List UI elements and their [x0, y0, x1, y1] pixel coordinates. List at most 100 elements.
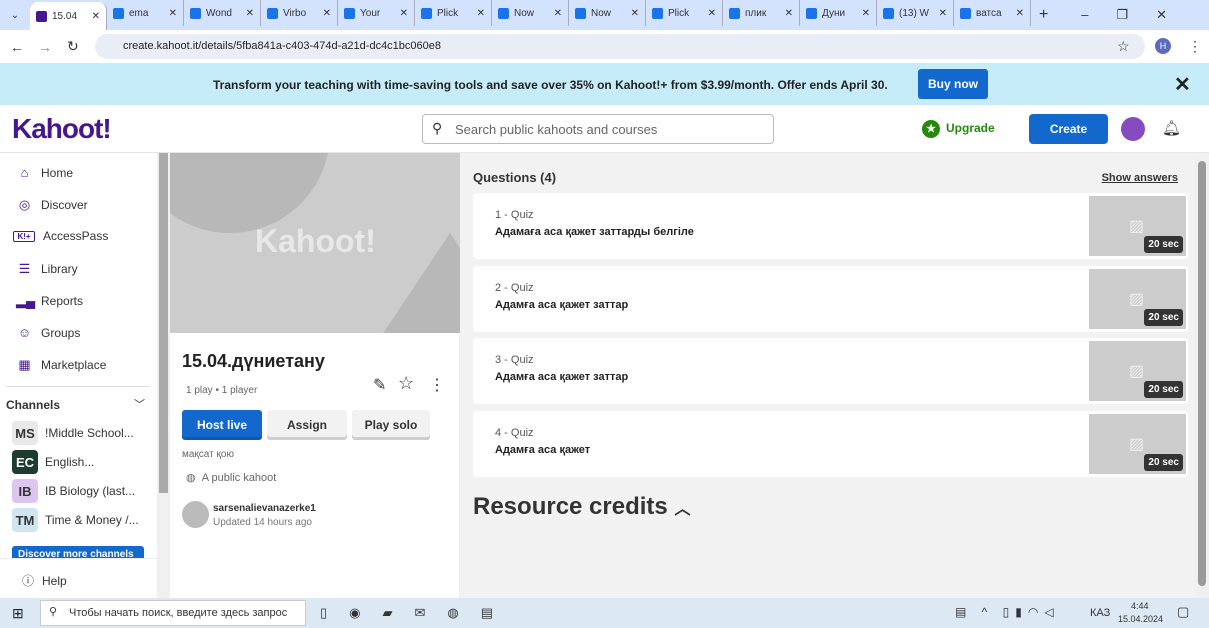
channel-item[interactable]: TM Time & Money /...	[12, 508, 139, 532]
play-solo-button[interactable]: Play solo	[352, 410, 430, 440]
divider	[6, 386, 150, 387]
taskbar-search-input[interactable]: ⚲ Чтобы начать поиск, введите здесь запро…	[40, 600, 306, 626]
new-tab-button[interactable]: +	[1039, 6, 1048, 24]
sidebar-item-discover[interactable]: ◎ Discover	[16, 197, 88, 213]
chevron-down-icon[interactable]: ﹀	[134, 396, 145, 412]
sidebar-item-marketplace[interactable]: ▦ Marketplace	[16, 357, 106, 373]
question-text: Адамаға аса қажет заттарды белгіле	[495, 226, 694, 238]
question-number: 3 - Quiz	[495, 354, 534, 366]
help-link[interactable]: ⓘ Help	[22, 572, 67, 589]
show-answers-link[interactable]: Show answers	[1102, 172, 1178, 184]
close-tab-icon[interactable]: ✕	[631, 8, 639, 19]
bell-icon[interactable]: 🔔︎	[1162, 119, 1181, 137]
author-name[interactable]: sarsenalievanazerke1	[213, 503, 316, 514]
close-tab-icon[interactable]: ✕	[785, 8, 793, 19]
more-options-icon[interactable]: ⋮	[429, 375, 445, 395]
channel-item[interactable]: IB IB Biology (last...	[12, 479, 135, 503]
image-icon: ▨	[1129, 363, 1145, 380]
close-tab-icon[interactable]: ✕	[92, 11, 100, 22]
question-item[interactable]: 4 - Quiz Адамға аса қажет ▨ 20 sec	[473, 410, 1188, 477]
sidebar-item-groups[interactable]: ☺ Groups	[16, 325, 81, 340]
buy-now-button[interactable]: Buy now	[918, 69, 988, 99]
close-tab-icon[interactable]: ✕	[1016, 8, 1024, 19]
back-icon[interactable]: ←	[10, 39, 24, 55]
taskbar-apps[interactable]: ▯◉▰✉◍▤	[320, 605, 515, 621]
time-limit-badge: 20 sec	[1144, 308, 1183, 326]
language-indicator[interactable]: КАЗ	[1090, 607, 1110, 619]
browser-tab[interactable]: Now ✕	[569, 0, 646, 26]
browser-tab[interactable]: Wond ✕	[184, 0, 261, 26]
edit-pencil-icon[interactable]: ✎	[373, 375, 386, 395]
close-tab-icon[interactable]: ✕	[554, 8, 562, 19]
close-tab-icon[interactable]: ✕	[862, 8, 870, 19]
tab-favicon-icon	[113, 7, 124, 19]
banner-text: Transform your teaching with time-saving…	[213, 78, 888, 92]
question-text: Адамға аса қажет	[495, 443, 591, 456]
browser-tab[interactable]: ватса ✕	[954, 0, 1031, 26]
host-live-button[interactable]: Host live	[182, 410, 262, 440]
close-tab-icon[interactable]: ✕	[169, 8, 177, 19]
sidebar-item-home[interactable]: ⌂ Home	[16, 165, 73, 180]
create-button[interactable]: Create	[1029, 114, 1108, 144]
close-tab-icon[interactable]: ✕	[323, 8, 331, 19]
kahoot-logo[interactable]: Kahoot!	[12, 113, 112, 145]
close-tab-icon[interactable]: ✕	[939, 8, 947, 19]
profile-avatar[interactable]: H	[1155, 38, 1171, 54]
close-tab-icon[interactable]: ✕	[400, 8, 408, 19]
discover-more-channels-button[interactable]: Discover more channels	[12, 546, 144, 558]
browser-tab[interactable]: плик ✕	[723, 0, 800, 26]
page-scrollbar[interactable]	[1195, 153, 1209, 598]
time-limit-badge: 20 sec	[1144, 381, 1183, 398]
tab-favicon-icon	[806, 7, 817, 19]
browser-tab[interactable]: ema ✕	[107, 0, 184, 26]
tab-favicon-icon	[575, 7, 586, 19]
sidebar-item-accesspass[interactable]: K!+ AccessPass	[13, 229, 108, 243]
sidebar-scrollbar[interactable]	[157, 153, 170, 598]
close-tab-icon[interactable]: ✕	[246, 8, 254, 19]
close-tab-icon[interactable]: ✕	[708, 8, 716, 19]
resource-credits-toggle[interactable]: Resource credits ︿	[473, 493, 690, 521]
browser-tab[interactable]: Дуни ✕	[800, 0, 877, 26]
clock-date[interactable]: 15.04.2024	[1118, 614, 1163, 624]
tab-favicon-icon	[729, 7, 740, 19]
channel-item[interactable]: EC English...	[12, 450, 94, 474]
browser-tab[interactable]: Plick ✕	[415, 0, 492, 26]
accesspass-icon: K!+	[13, 230, 35, 242]
cover-logo: Kahoot!	[255, 223, 376, 259]
windows-start-icon[interactable]: ⊞	[12, 605, 24, 622]
url-input[interactable]: create.kahoot.it/details/5fba841a-c403-4…	[95, 34, 1145, 59]
browser-tab[interactable]: Your ✕	[338, 0, 415, 26]
channel-item[interactable]: MS !Middle School...	[12, 421, 134, 445]
question-item[interactable]: 2 - Quiz Адамға аса қажет заттар ▨ 20 sec	[473, 265, 1188, 332]
search-input[interactable]: ⚲ Search public kahoots and courses	[422, 114, 774, 144]
question-text: Адамға аса қажет заттар	[495, 298, 629, 311]
tab-favicon-icon	[344, 7, 355, 19]
close-tab-icon[interactable]: ✕	[477, 8, 485, 19]
bookmark-star-icon[interactable]: ☆	[1117, 38, 1130, 55]
browser-tab[interactable]: Now ✕	[492, 0, 569, 26]
browser-tab[interactable]: Virbo ✕	[261, 0, 338, 26]
menu-icon[interactable]: ⋮	[1188, 38, 1202, 55]
forward-icon[interactable]: →	[38, 39, 52, 55]
system-tray-icons[interactable]: ▤ ^ ▯▮◠◁	[955, 605, 1060, 619]
favorite-star-icon[interactable]: ☆	[398, 373, 414, 394]
clock-time[interactable]: 4:44	[1131, 601, 1149, 611]
window-controls[interactable]: –❐✕	[1081, 7, 1195, 23]
sidebar-item-library[interactable]: ☰ Library	[16, 261, 78, 277]
user-avatar[interactable]	[1121, 117, 1145, 141]
browser-tab[interactable]: 15.04 ✕	[30, 2, 107, 30]
sidebar: ⌂ Home ◎ Discover K!+ AccessPass ☰ Library ▂…	[0, 153, 170, 598]
reload-icon[interactable]: ↻	[67, 38, 79, 55]
sidebar-item-reports[interactable]: ▂▄ Reports	[16, 293, 83, 309]
browser-tab[interactable]: (13) W ✕	[877, 0, 954, 26]
notification-icon[interactable]: ▢	[1177, 604, 1189, 620]
close-icon[interactable]: ✕	[1174, 72, 1191, 97]
assign-button[interactable]: Assign	[267, 410, 347, 440]
kahoot-details-card: Kahoot! 15.04.дүниетану 1 play • 1 playe…	[170, 153, 460, 598]
question-item[interactable]: 3 - Quiz Адамға аса қажет заттар ▨ 20 sec	[473, 338, 1188, 404]
browser-tab[interactable]: Plick ✕	[646, 0, 723, 26]
tab-search-icon[interactable]: ⌄	[0, 10, 30, 21]
upgrade-link[interactable]: ★ Upgrade	[922, 120, 995, 138]
question-item[interactable]: 1 - Quiz Адамаға аса қажет заттарды белгі…	[473, 193, 1188, 259]
tab-favicon-icon	[883, 7, 894, 19]
